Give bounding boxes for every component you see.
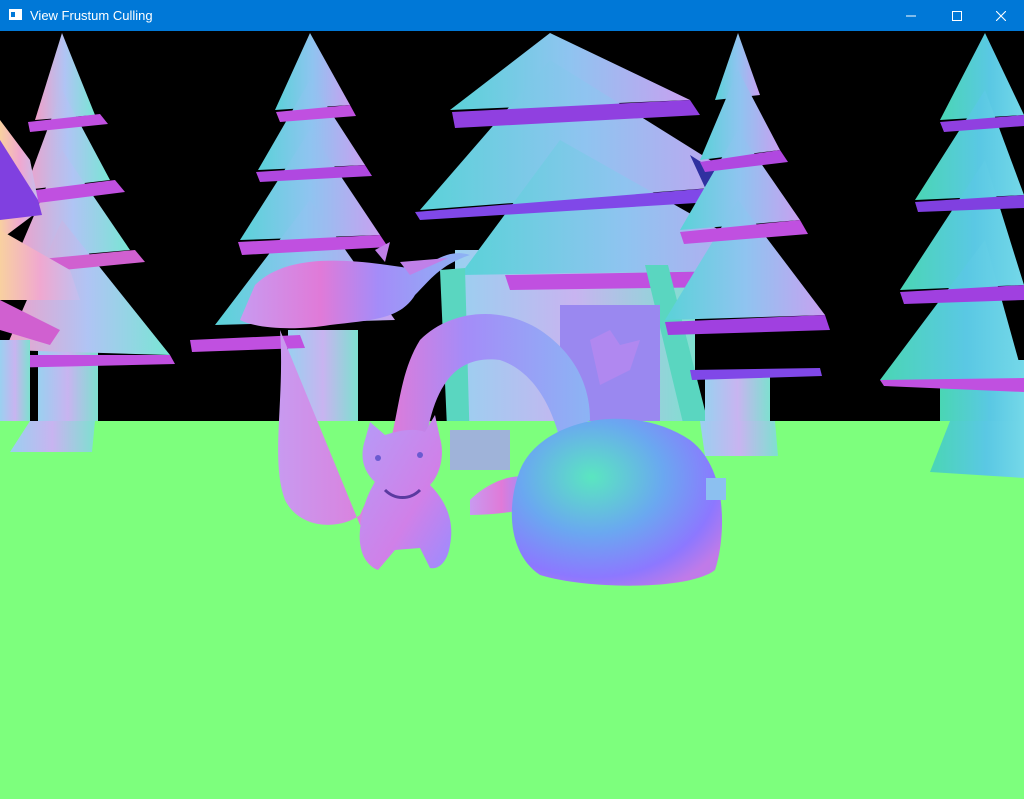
3d-scene[interactable] [0,31,1024,799]
maximize-icon [952,10,962,21]
title-bar[interactable]: View Frustum Culling [0,0,1024,31]
trunk-right [700,421,778,456]
sphere-model[interactable] [511,418,723,586]
close-icon [996,10,1006,21]
window-app-icon [9,9,22,20]
minimize-button[interactable] [888,0,934,31]
app-window: View Frustum Culling [0,0,1024,799]
minimize-icon [906,15,916,16]
step-block-2 [450,430,510,470]
close-button[interactable] [978,0,1024,31]
maximize-button[interactable] [934,0,980,31]
step-block [706,478,726,500]
window-title: View Frustum Culling [30,8,153,23]
render-viewport[interactable] [0,31,1024,799]
